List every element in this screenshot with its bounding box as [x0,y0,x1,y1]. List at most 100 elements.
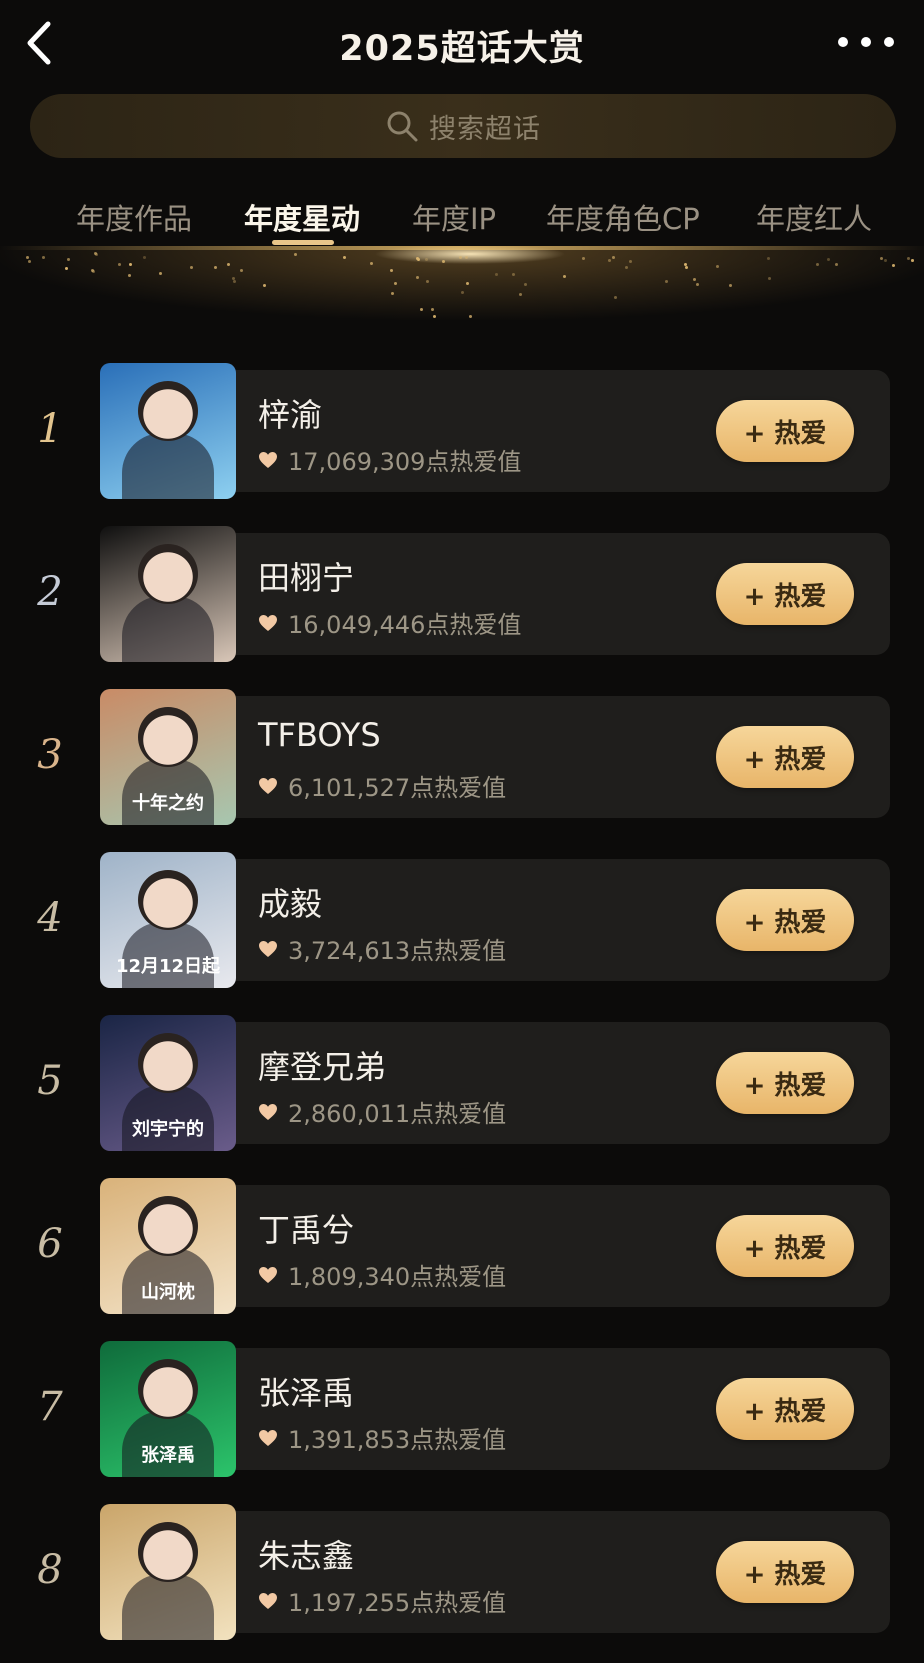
sparkle-decoration [142,256,146,260]
love-button-label: + 热爱 [743,744,827,775]
score-line: 1,809,340点热爱值 [258,1257,506,1292]
sparkle-decoration [370,262,374,266]
thumbnail-caption: 张泽禹 [141,1445,195,1466]
rank-number: 1 [37,406,63,452]
ranking-row[interactable]: 5 刘宇宁的 摩登兄弟 2,860,011点热爱值 + 热爱 [0,1012,924,1151]
sparkle-decoration [883,259,887,263]
sparkle-decoration [581,256,585,260]
love-button-label: + 热爱 [743,581,827,612]
love-button[interactable]: + 热爱 [716,1052,854,1114]
star-name: 丁禹兮 [258,1211,355,1249]
sparkle-decoration [432,314,436,318]
love-button-label: + 热爱 [743,907,827,938]
rank-number: 5 [37,1058,63,1104]
love-button[interactable]: + 热爱 [716,1378,854,1440]
sparkle-decoration [391,292,395,296]
avatar[interactable]: 山河枕 [100,1178,236,1314]
sparkle-decoration [692,277,696,281]
star-name: 梓渝 [258,396,323,434]
heart-icon [259,1429,277,1446]
score-line: 17,069,309点热爱值 [258,442,521,477]
sparkle-decoration [665,279,669,283]
love-score: 6,101,527点热爱值 [288,774,507,802]
sparkle-decoration [562,275,566,279]
avatar[interactable] [100,1504,236,1640]
sparkle-decoration [419,307,423,311]
score-line: 16,049,446点热爱值 [258,605,521,640]
sparkle-decoration [66,257,70,261]
sparkle-decoration [684,265,688,269]
avatar[interactable]: 12月12日起 [100,852,236,988]
love-button[interactable]: + 热爱 [716,400,854,462]
sparkle-decoration [624,265,628,269]
ranking-row[interactable]: 8 朱志鑫 1,197,255点热爱值 + 热爱 [0,1501,924,1640]
love-button-label: + 热爱 [743,1559,827,1590]
star-name: TFBOYS [258,716,381,754]
love-button-label: + 热爱 [743,1070,827,1101]
avatar[interactable] [100,363,236,499]
ranking-row[interactable]: 7 张泽禹 张泽禹 1,391,853点热爱值 + 热爱 [0,1338,924,1477]
sparkle-decoration [826,257,830,261]
sparkle-decoration [415,275,419,279]
heart-icon [259,1103,277,1120]
sparkle-decoration [911,258,915,262]
avatar[interactable]: 张泽禹 [100,1341,236,1477]
score-line: 1,197,255点热爱值 [258,1583,506,1618]
ranking-row[interactable]: 2 田栩宁 16,049,446点热爱值 + 热爱 [0,523,924,662]
sparkle-decoration [907,256,911,260]
rank-number: 7 [37,1384,63,1430]
sparkle-decoration [159,271,162,275]
heart-icon [259,614,277,631]
sparkle-decoration [879,256,883,260]
sparkle-decoration [41,255,45,259]
love-button[interactable]: + 热爱 [716,889,854,951]
ranking-row[interactable]: 1 梓渝 17,069,309点热爱值 + 热爱 [0,360,924,499]
love-button[interactable]: + 热爱 [716,726,854,788]
tab-annual-stars[interactable]: 年度星动 [244,196,360,238]
thumbnail-caption: 刘宇宁的 [132,1119,204,1140]
sparkle-decoration [27,259,31,263]
avatar[interactable]: 十年之约 [100,689,236,825]
heart-icon [259,777,277,794]
love-button-label: + 热爱 [743,1233,827,1264]
love-button-label: + 热爱 [743,1396,827,1427]
rank-number: 8 [37,1547,63,1593]
score-line: 1,391,853点热爱值 [258,1420,506,1455]
header-glow-decoration [0,246,924,356]
ranking-row[interactable]: 6 山河枕 丁禹兮 1,809,340点热爱值 + 热爱 [0,1175,924,1314]
love-button[interactable]: + 热爱 [716,1215,854,1277]
avatar[interactable]: 刘宇宁的 [100,1015,236,1151]
header: 2025超话大赏 [0,0,924,90]
search-bar[interactable]: 搜索超话 [30,94,896,158]
sparkle-decoration [607,259,611,262]
tab-annual-influencer[interactable]: 年度红人 [756,196,872,238]
heart-icon [259,1266,277,1283]
more-button[interactable] [838,22,894,62]
score-line: 3,724,613点热爱值 [258,931,506,966]
ranking-row[interactable]: 4 12月12日起 成毅 3,724,613点热爱值 + 热爱 [0,849,924,988]
love-button[interactable]: + 热爱 [716,563,854,625]
sparkle-decoration [629,260,633,264]
rank-number: 3 [37,732,63,778]
ranking-row[interactable]: 3 十年之约 TFBOYS 6,101,527点热爱值 + 热爱 [0,686,924,825]
sparkle-decoration [343,256,347,260]
sparkle-decoration [430,308,434,312]
love-score: 3,724,613点热爱值 [288,937,507,965]
score-line: 6,101,527点热爱值 [258,768,506,803]
tab-annual-works[interactable]: 年度作品 [76,196,192,238]
sparkle-decoration [459,256,463,260]
sparkle-decoration [611,255,615,259]
more-dot-icon [884,37,894,47]
tab-annual-ip[interactable]: 年度IP [412,196,496,238]
star-name: 田栩宁 [258,559,355,597]
sparkle-decoration [614,295,618,299]
sparkle-decoration [91,269,95,273]
tab-annual-role-cp[interactable]: 年度角色CP [546,196,700,238]
sparkle-decoration [425,257,429,261]
search-icon [387,111,418,142]
sparkle-decoration [715,264,719,268]
love-button[interactable]: + 热爱 [716,1541,854,1603]
avatar[interactable] [100,526,236,662]
sparkle-decoration [128,273,132,277]
search-placeholder: 搜索超话 [429,113,541,145]
